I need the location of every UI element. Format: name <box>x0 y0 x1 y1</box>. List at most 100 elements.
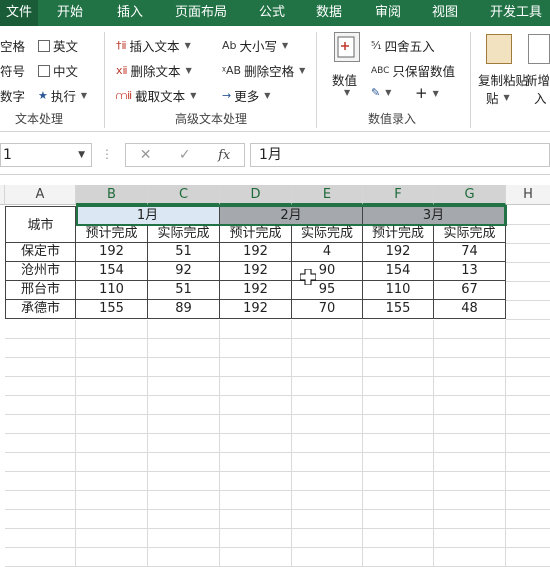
empty-cell[interactable] <box>76 415 148 434</box>
add-button[interactable]: + ▼ <box>415 84 439 102</box>
value-cell[interactable]: 74 <box>434 243 506 262</box>
empty-cell[interactable] <box>292 548 363 567</box>
confirm-icon[interactable]: ✓ <box>179 147 191 163</box>
insert-function-icon[interactable]: fx <box>218 148 230 163</box>
empty-cell[interactable] <box>506 529 550 548</box>
empty-cell[interactable] <box>76 339 148 358</box>
empty-cell[interactable] <box>506 548 550 567</box>
name-box[interactable]: 1 ▼ <box>0 143 92 167</box>
empty-cell[interactable] <box>148 377 220 396</box>
empty-cell[interactable] <box>363 415 434 434</box>
column-header-c[interactable]: C <box>148 185 220 205</box>
value-cell[interactable]: 154 <box>76 262 148 281</box>
symbol-button[interactable]: 符号 <box>0 61 25 80</box>
new-button-line-2[interactable]: 入 <box>534 88 547 107</box>
value-cell[interactable]: 192 <box>220 243 292 262</box>
sub-header-cell[interactable]: 预计完成 <box>76 225 148 243</box>
sub-header-cell[interactable]: 实际完成 <box>148 225 220 243</box>
empty-cell[interactable] <box>363 510 434 529</box>
delete-text-button[interactable]: ⅹⅱ 删除文本 ▼ <box>116 61 192 80</box>
empty-cell[interactable] <box>220 377 292 396</box>
column-header-g[interactable]: G <box>434 185 506 205</box>
value-cell[interactable]: 92 <box>148 262 220 281</box>
empty-cell[interactable] <box>292 529 363 548</box>
empty-cell[interactable] <box>506 358 550 377</box>
empty-cell[interactable] <box>363 320 434 339</box>
empty-cell[interactable] <box>292 320 363 339</box>
empty-cell[interactable] <box>220 472 292 491</box>
empty-cell[interactable] <box>292 491 363 510</box>
empty-cell[interactable] <box>506 491 550 510</box>
empty-cell[interactable] <box>292 415 363 434</box>
empty-cell[interactable] <box>148 510 220 529</box>
value-cell[interactable]: 154 <box>363 262 434 281</box>
column-header-d[interactable]: D <box>220 185 292 205</box>
empty-cell[interactable] <box>434 472 506 491</box>
english-checkbox[interactable]: 英文 <box>38 36 78 55</box>
numeric-dropdown[interactable]: ▼ <box>342 88 350 97</box>
tab-review[interactable]: 审阅 <box>375 0 401 26</box>
empty-cell[interactable] <box>5 529 76 548</box>
empty-cell[interactable] <box>506 263 550 282</box>
empty-cell[interactable] <box>506 225 550 244</box>
empty-cell[interactable] <box>363 472 434 491</box>
empty-cell[interactable] <box>76 472 148 491</box>
empty-cell[interactable] <box>363 529 434 548</box>
empty-cell[interactable] <box>434 434 506 453</box>
empty-cell[interactable] <box>434 529 506 548</box>
empty-cell[interactable] <box>506 206 550 225</box>
column-header-e[interactable]: E <box>292 185 363 205</box>
empty-cell[interactable] <box>148 396 220 415</box>
sub-header-cell[interactable]: 预计完成 <box>220 225 292 243</box>
empty-cell[interactable] <box>292 377 363 396</box>
city-cell[interactable]: 沧州市 <box>5 262 76 281</box>
number-button[interactable]: 数字 <box>0 86 25 105</box>
copy-paste-button[interactable]: 复制粘贴 <box>478 70 528 89</box>
empty-cell[interactable] <box>148 529 220 548</box>
empty-cell[interactable] <box>76 396 148 415</box>
empty-cell[interactable] <box>506 339 550 358</box>
empty-cell[interactable] <box>148 339 220 358</box>
empty-cell[interactable] <box>363 377 434 396</box>
empty-cell[interactable] <box>148 434 220 453</box>
empty-cell[interactable] <box>5 491 76 510</box>
empty-cell[interactable] <box>434 396 506 415</box>
tab-home[interactable]: 开始 <box>57 0 83 26</box>
tab-view[interactable]: 视图 <box>432 0 458 26</box>
sub-header-cell[interactable]: 预计完成 <box>363 225 434 243</box>
empty-cell[interactable] <box>220 434 292 453</box>
empty-cell[interactable] <box>5 396 76 415</box>
more-button[interactable]: → 更多 ▼ <box>222 86 270 105</box>
tab-insert[interactable]: 插入 <box>117 0 143 26</box>
empty-cell[interactable] <box>220 358 292 377</box>
empty-cell[interactable] <box>292 339 363 358</box>
empty-cell[interactable] <box>292 472 363 491</box>
value-cell[interactable]: 51 <box>148 243 220 262</box>
keep-numbers-button[interactable]: ABC 只保留数值 <box>371 61 455 80</box>
empty-cell[interactable] <box>506 510 550 529</box>
empty-cell[interactable] <box>506 434 550 453</box>
empty-cell[interactable] <box>434 510 506 529</box>
empty-cell[interactable] <box>5 377 76 396</box>
tab-file[interactable]: 文件 <box>0 0 39 26</box>
value-cell[interactable]: 89 <box>148 300 220 319</box>
empty-cell[interactable] <box>434 491 506 510</box>
more-dots-icon[interactable]: ⋮ <box>101 147 113 161</box>
empty-cell[interactable] <box>434 320 506 339</box>
execute-button[interactable]: ★ 执行 ▼ <box>38 86 87 105</box>
column-header-b[interactable]: B <box>76 185 148 205</box>
empty-cell[interactable] <box>5 548 76 567</box>
empty-cell[interactable] <box>292 396 363 415</box>
formula-input[interactable]: 1月 <box>250 143 550 167</box>
edit-button[interactable]: ✎ ▼ <box>371 86 391 99</box>
empty-cell[interactable] <box>434 358 506 377</box>
empty-cell[interactable] <box>506 415 550 434</box>
empty-cell[interactable] <box>5 358 76 377</box>
value-cell[interactable]: 192 <box>220 262 292 281</box>
space-button[interactable]: 空格 <box>0 36 25 55</box>
column-header-h[interactable]: H <box>506 185 550 205</box>
empty-cell[interactable] <box>363 396 434 415</box>
empty-cell[interactable] <box>292 358 363 377</box>
new-button[interactable]: 新增 <box>525 70 550 89</box>
empty-cell[interactable] <box>148 320 220 339</box>
